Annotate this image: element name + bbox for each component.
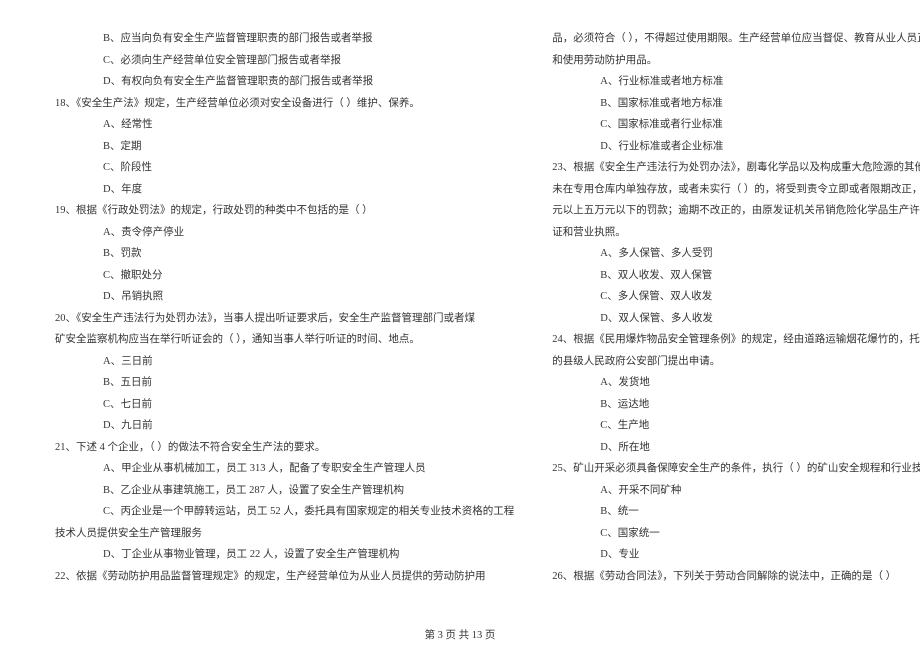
right-line: C、国家统一 <box>552 523 920 545</box>
left-line: B、乙企业从事建筑施工，员工 287 人，设置了安全生产管理机构 <box>55 480 514 502</box>
left-line: A、三日前 <box>55 351 514 373</box>
right-line: 26、根据《劳动合同法》，下列关于劳动合同解除的说法中，正确的是（ ） <box>552 566 920 588</box>
left-line: C、七日前 <box>55 394 514 416</box>
right-line: 的县级人民政府公安部门提出申请。 <box>552 351 920 373</box>
left-line: B、定期 <box>55 136 514 158</box>
left-line: 20、《安全生产违法行为处罚办法》，当事人提出听证要求后，安全生产监督管理部门或… <box>55 308 514 330</box>
right-line: 元以上五万元以下的罚款；逾期不改正的，由原发证机关吊销危险化学品生产许可证、经营… <box>552 200 920 222</box>
left-line: D、年度 <box>55 179 514 201</box>
two-column-layout: B、应当向负有安全生产监督管理职责的部门报告或者举报C、必须向生产经营单位安全管… <box>55 28 865 618</box>
left-line: 22、依据《劳动防护用品监督管理规定》的规定，生产经营单位为从业人员提供的劳动防… <box>55 566 514 588</box>
left-line: D、吊销执照 <box>55 286 514 308</box>
right-line: B、运达地 <box>552 394 920 416</box>
left-line: 21、下述 4 个企业，（ ）的做法不符合安全生产法的要求。 <box>55 437 514 459</box>
right-line: A、多人保管、多人受罚 <box>552 243 920 265</box>
left-line: 矿安全监察机构应当在举行听证会的（ ），通知当事人举行听证的时间、地点。 <box>55 329 514 351</box>
right-line: 品，必须符合（ ），不得超过使用期限。生产经营单位应当督促、教育从业人员正确佩戴 <box>552 28 920 50</box>
page-footer: 第 3 页 共 13 页 <box>0 627 920 642</box>
right-column: 品，必须符合（ ），不得超过使用期限。生产经营单位应当督促、教育从业人员正确佩戴… <box>552 28 920 618</box>
right-line: D、双人保管、多人收发 <box>552 308 920 330</box>
right-line: 25、矿山开采必须具备保障安全生产的条件，执行（ ）的矿山安全规程和行业技术规范… <box>552 458 920 480</box>
right-line: D、所在地 <box>552 437 920 459</box>
left-line: C、撤职处分 <box>55 265 514 287</box>
right-line: C、生产地 <box>552 415 920 437</box>
left-line: C、丙企业是一个甲醇转运站，员工 52 人，委托具有国家规定的相关专业技术资格的… <box>55 501 514 523</box>
left-line: 18、《安全生产法》规定，生产经营单位必须对安全设备进行（ ）维护、保养。 <box>55 93 514 115</box>
left-line: D、九日前 <box>55 415 514 437</box>
left-line: A、责令停产停业 <box>55 222 514 244</box>
right-line: 未在专用仓库内单独存放，或者未实行（ ）的，将受到责令立即或者限期改正，并处一万 <box>552 179 920 201</box>
left-line: B、五日前 <box>55 372 514 394</box>
right-line: D、专业 <box>552 544 920 566</box>
left-line: 19、根据《行政处罚法》的规定，行政处罚的种类中不包括的是（ ） <box>55 200 514 222</box>
left-line: 技术人员提供安全生产管理服务 <box>55 523 514 545</box>
right-line: A、行业标准或者地方标准 <box>552 71 920 93</box>
right-line: 24、根据《民用爆炸物品安全管理条例》的规定，经由道路运输烟花爆竹的，托运人应当… <box>552 329 920 351</box>
left-line: B、罚款 <box>55 243 514 265</box>
right-line: C、国家标准或者行业标准 <box>552 114 920 136</box>
left-line: C、必须向生产经营单位安全管理部门报告或者举报 <box>55 50 514 72</box>
right-line: B、双人收发、双人保管 <box>552 265 920 287</box>
right-line: A、开采不同矿种 <box>552 480 920 502</box>
left-line: D、丁企业从事物业管理，员工 22 人，设置了安全生产管理机构 <box>55 544 514 566</box>
left-line: A、经常性 <box>55 114 514 136</box>
left-line: C、阶段性 <box>55 157 514 179</box>
right-line: D、行业标准或者企业标准 <box>552 136 920 158</box>
right-line: B、国家标准或者地方标准 <box>552 93 920 115</box>
right-line: 23、根据《安全生产违法行为处罚办法》，剧毒化学品以及构成重大危险源的其他危险化… <box>552 157 920 179</box>
left-line: D、有权向负有安全生产监督管理职责的部门报告或者举报 <box>55 71 514 93</box>
left-column: B、应当向负有安全生产监督管理职责的部门报告或者举报C、必须向生产经营单位安全管… <box>55 28 514 618</box>
left-line: B、应当向负有安全生产监督管理职责的部门报告或者举报 <box>55 28 514 50</box>
left-line: A、甲企业从事机械加工，员工 313 人，配备了专职安全生产管理人员 <box>55 458 514 480</box>
right-line: C、多人保管、双人收发 <box>552 286 920 308</box>
right-line: A、发货地 <box>552 372 920 394</box>
right-line: B、统一 <box>552 501 920 523</box>
right-line: 证和营业执照。 <box>552 222 920 244</box>
right-line: 和使用劳动防护用品。 <box>552 50 920 72</box>
